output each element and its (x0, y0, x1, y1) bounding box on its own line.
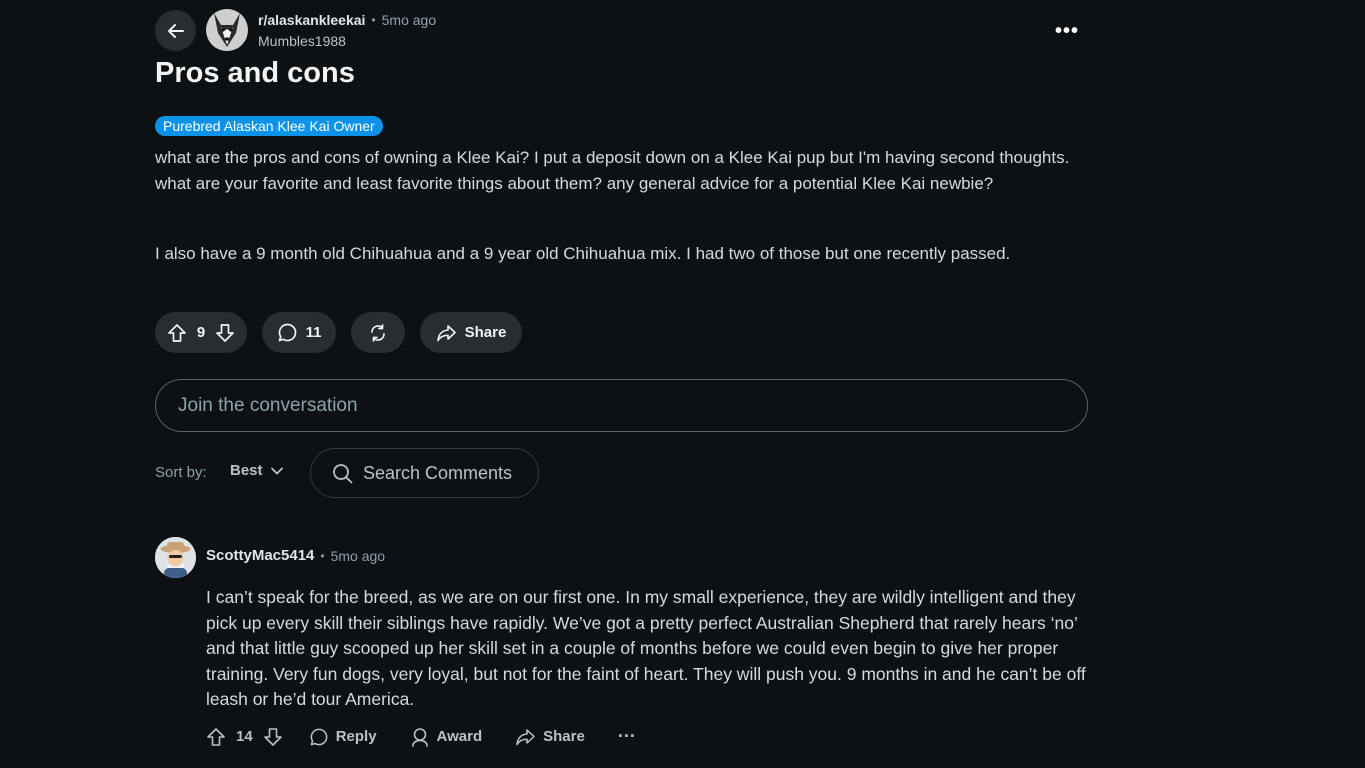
post-time: 5mo ago (381, 12, 437, 28)
award-icon (411, 727, 428, 747)
post-score: 9 (196, 324, 206, 341)
comment-bubble-icon (278, 323, 296, 342)
share-button[interactable]: Share (420, 312, 522, 353)
join-conversation-input[interactable]: Join the conversation (155, 379, 1088, 432)
search-comments-input[interactable]: Search Comments (310, 448, 539, 498)
comment-actions: 14 Reply Award Share ··· (206, 726, 636, 747)
post-body-paragraph: what are the pros and cons of owning a K… (155, 148, 1070, 193)
join-conversation-placeholder: Join the conversation (178, 394, 358, 416)
subreddit-avatar[interactable] (206, 9, 248, 51)
reply-button[interactable]: Reply (309, 727, 377, 747)
arrow-down-icon (216, 323, 235, 342)
sort-label: Sort by: (155, 464, 207, 481)
comment-time: 5mo ago (330, 547, 386, 564)
arrow-down-icon (263, 727, 282, 746)
meta-separator: • (320, 548, 325, 563)
post-flair[interactable]: Purebred Alaskan Klee Kai Owner (155, 116, 383, 136)
post-author[interactable]: Mumbles1988 (258, 33, 346, 49)
share-label: Share (464, 324, 507, 341)
share-icon (516, 728, 535, 745)
comment-author[interactable]: ScottyMac5414 (206, 547, 314, 564)
sort-value: Best (230, 462, 263, 479)
reply-label: Reply (335, 728, 377, 745)
crosspost-icon (371, 323, 385, 342)
arrow-up-icon (207, 727, 225, 746)
comment-more-button[interactable]: ··· (618, 726, 636, 747)
chevron-down-icon (270, 467, 283, 474)
post-meta: r/alaskankleekai • 5mo ago (258, 12, 436, 28)
husky-icon (206, 9, 248, 51)
more-options-button[interactable]: ••• (1052, 16, 1082, 46)
comment-upvote-button[interactable] (206, 727, 226, 747)
post-body-paragraph: I also have a 9 month old Chihuahua and … (155, 244, 1011, 263)
award-button[interactable]: Award (410, 727, 483, 747)
comment-score: 14 (236, 728, 253, 745)
comment-body: I can’t speak for the breed, as we are o… (206, 587, 1086, 709)
award-label: Award (436, 728, 483, 745)
comments-count: 11 (305, 324, 322, 341)
meta-separator: • (371, 13, 376, 27)
search-comments-placeholder: Search Comments (363, 462, 513, 483)
comments-button[interactable]: 11 (262, 312, 336, 353)
arrow-left-icon (167, 23, 184, 38)
post-page: r/alaskankleekai • 5mo ago Mumbles1988 •… (0, 0, 1365, 768)
comment-bubble-icon (310, 728, 328, 745)
comment-share-button[interactable]: Share (515, 727, 585, 747)
vote-group: 9 (155, 312, 247, 353)
sort-dropdown[interactable]: Best (230, 462, 283, 479)
upvote-button[interactable] (167, 323, 187, 343)
comment-share-label: Share (543, 728, 585, 745)
avatar[interactable] (155, 537, 196, 578)
post-title: Pros and cons (155, 57, 355, 89)
downvote-button[interactable] (215, 323, 235, 343)
comment-vote-group: 14 (206, 727, 283, 747)
search-icon (333, 463, 353, 483)
user-avatar-icon (155, 537, 196, 578)
comment-meta: ScottyMac5414 • 5mo ago (206, 547, 385, 564)
subreddit-name[interactable]: r/alaskankleekai (258, 12, 365, 28)
back-button[interactable] (155, 10, 196, 51)
arrow-up-icon (167, 323, 186, 342)
crosspost-button[interactable] (351, 312, 405, 353)
share-icon (436, 324, 456, 341)
comment-downvote-button[interactable] (263, 727, 283, 747)
